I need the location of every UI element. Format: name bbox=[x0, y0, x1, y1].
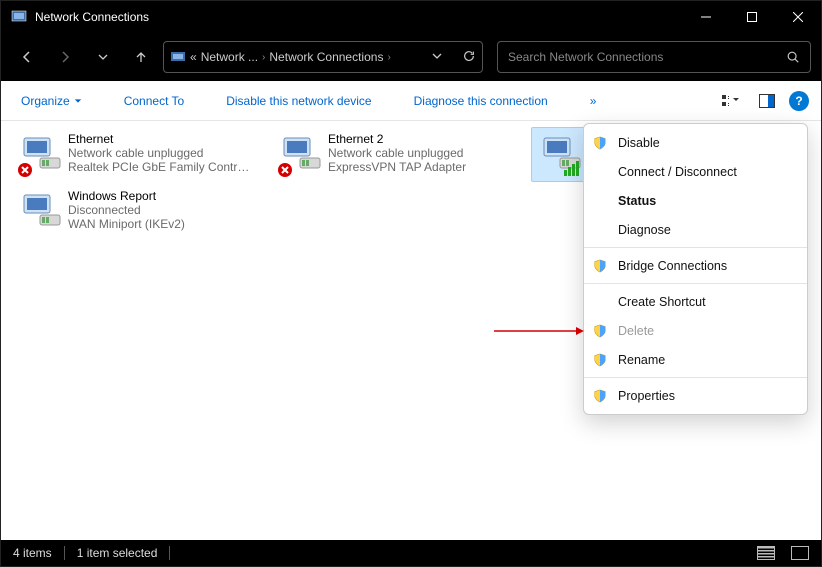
connection-device: ExpressVPN TAP Adapter bbox=[328, 160, 516, 174]
context-menu: Disable Connect / Disconnect Status Diagnos… bbox=[583, 123, 808, 415]
diagnose-button[interactable]: Diagnose this connection bbox=[406, 90, 556, 112]
connection-item[interactable]: Ethernet 2Network cable unpluggedExpress… bbox=[271, 127, 521, 182]
context-menu-label: Status bbox=[618, 194, 656, 208]
context-menu-item[interactable]: Disable bbox=[584, 128, 807, 157]
maximize-button[interactable] bbox=[729, 1, 775, 33]
context-menu-item[interactable]: Status bbox=[584, 186, 807, 215]
connection-name: Windows Report bbox=[68, 189, 256, 203]
context-menu-label: Bridge Connections bbox=[618, 259, 727, 273]
connection-status: Network cable unplugged bbox=[68, 146, 256, 160]
connection-name: Ethernet 2 bbox=[328, 132, 516, 146]
connect-to-button[interactable]: Connect To bbox=[116, 90, 193, 112]
connection-device: WAN Miniport (IKEv2) bbox=[68, 217, 256, 231]
shield-icon bbox=[592, 193, 608, 209]
preview-pane-button[interactable] bbox=[753, 87, 781, 115]
context-menu-label: Disable bbox=[618, 136, 660, 150]
chevron-down-icon[interactable] bbox=[432, 51, 442, 64]
statusbar: 4 items 1 item selected bbox=[1, 540, 821, 566]
search-input[interactable]: Search Network Connections bbox=[497, 41, 811, 73]
context-menu-item[interactable]: Properties bbox=[584, 381, 807, 410]
command-bar: Organize Connect To Disable this network… bbox=[1, 81, 821, 121]
search-icon bbox=[786, 50, 800, 64]
context-menu-label: Rename bbox=[618, 353, 665, 367]
connection-item[interactable]: Windows ReportDisconnectedWAN Miniport (… bbox=[11, 184, 261, 239]
window: Network Connections « Network ... › Netw… bbox=[0, 0, 822, 567]
context-menu-item[interactable]: Diagnose bbox=[584, 215, 807, 244]
shield-icon bbox=[592, 222, 608, 238]
context-menu-label: Create Shortcut bbox=[618, 295, 706, 309]
address-bar[interactable]: « Network ... › Network Connections › bbox=[163, 41, 483, 73]
context-menu-item[interactable]: Bridge Connections bbox=[584, 251, 807, 280]
connection-item[interactable]: EthernetNetwork cable unpluggedRealtek P… bbox=[11, 127, 261, 182]
annotation-arrow bbox=[494, 326, 584, 336]
breadcrumb-prefix: « bbox=[190, 50, 197, 64]
context-menu-label: Connect / Disconnect bbox=[618, 165, 737, 179]
shield-icon bbox=[592, 258, 608, 274]
context-menu-item[interactable]: Rename bbox=[584, 345, 807, 374]
connection-status: Network cable unplugged bbox=[328, 146, 516, 160]
shield-icon bbox=[592, 388, 608, 404]
context-menu-label: Diagnose bbox=[618, 223, 671, 237]
context-menu-item[interactable]: Connect / Disconnect bbox=[584, 157, 807, 186]
item-count: 4 items bbox=[13, 546, 52, 560]
context-menu-label: Delete bbox=[618, 324, 654, 338]
breadcrumb-seg1[interactable]: Network ... bbox=[201, 50, 258, 64]
context-menu-item: Delete bbox=[584, 316, 807, 345]
context-menu-item[interactable]: Create Shortcut bbox=[584, 287, 807, 316]
recent-dropdown[interactable] bbox=[87, 41, 119, 73]
shield-icon bbox=[592, 164, 608, 180]
connection-device: Realtek PCIe GbE Family Controller bbox=[68, 160, 256, 174]
shield-icon bbox=[592, 323, 608, 339]
navbar: « Network ... › Network Connections › Se… bbox=[1, 33, 821, 81]
organize-menu[interactable]: Organize bbox=[13, 90, 90, 112]
window-title: Network Connections bbox=[35, 10, 683, 24]
minimize-button[interactable] bbox=[683, 1, 729, 33]
context-menu-label: Properties bbox=[618, 389, 675, 403]
app-icon bbox=[11, 9, 27, 25]
refresh-button[interactable] bbox=[462, 49, 476, 66]
up-button[interactable] bbox=[125, 41, 157, 73]
close-button[interactable] bbox=[775, 1, 821, 33]
large-icons-view-icon[interactable] bbox=[791, 546, 809, 560]
shield-icon bbox=[592, 135, 608, 151]
network-adapter-icon bbox=[16, 189, 64, 237]
connection-status: Disconnected bbox=[68, 203, 256, 217]
connection-name: Ethernet bbox=[68, 132, 256, 146]
view-options-button[interactable] bbox=[717, 87, 745, 115]
chevron-right-icon[interactable]: › bbox=[387, 52, 390, 63]
forward-button[interactable] bbox=[49, 41, 81, 73]
help-button[interactable]: ? bbox=[789, 91, 809, 111]
breadcrumb-seg2[interactable]: Network Connections bbox=[269, 50, 383, 64]
chevron-right-icon[interactable]: › bbox=[262, 52, 265, 63]
shield-icon bbox=[592, 352, 608, 368]
selected-count: 1 item selected bbox=[77, 546, 158, 560]
network-adapter-icon bbox=[276, 132, 324, 180]
location-icon bbox=[170, 49, 186, 65]
details-view-icon[interactable] bbox=[757, 546, 775, 560]
back-button[interactable] bbox=[11, 41, 43, 73]
search-placeholder: Search Network Connections bbox=[508, 50, 786, 64]
titlebar: Network Connections bbox=[1, 1, 821, 33]
more-commands-button[interactable]: » bbox=[582, 90, 605, 112]
content-area[interactable]: EthernetNetwork cable unpluggedRealtek P… bbox=[1, 121, 821, 540]
disable-device-button[interactable]: Disable this network device bbox=[218, 90, 379, 112]
network-adapter-icon bbox=[536, 132, 584, 180]
shield-icon bbox=[592, 294, 608, 310]
network-adapter-icon bbox=[16, 132, 64, 180]
